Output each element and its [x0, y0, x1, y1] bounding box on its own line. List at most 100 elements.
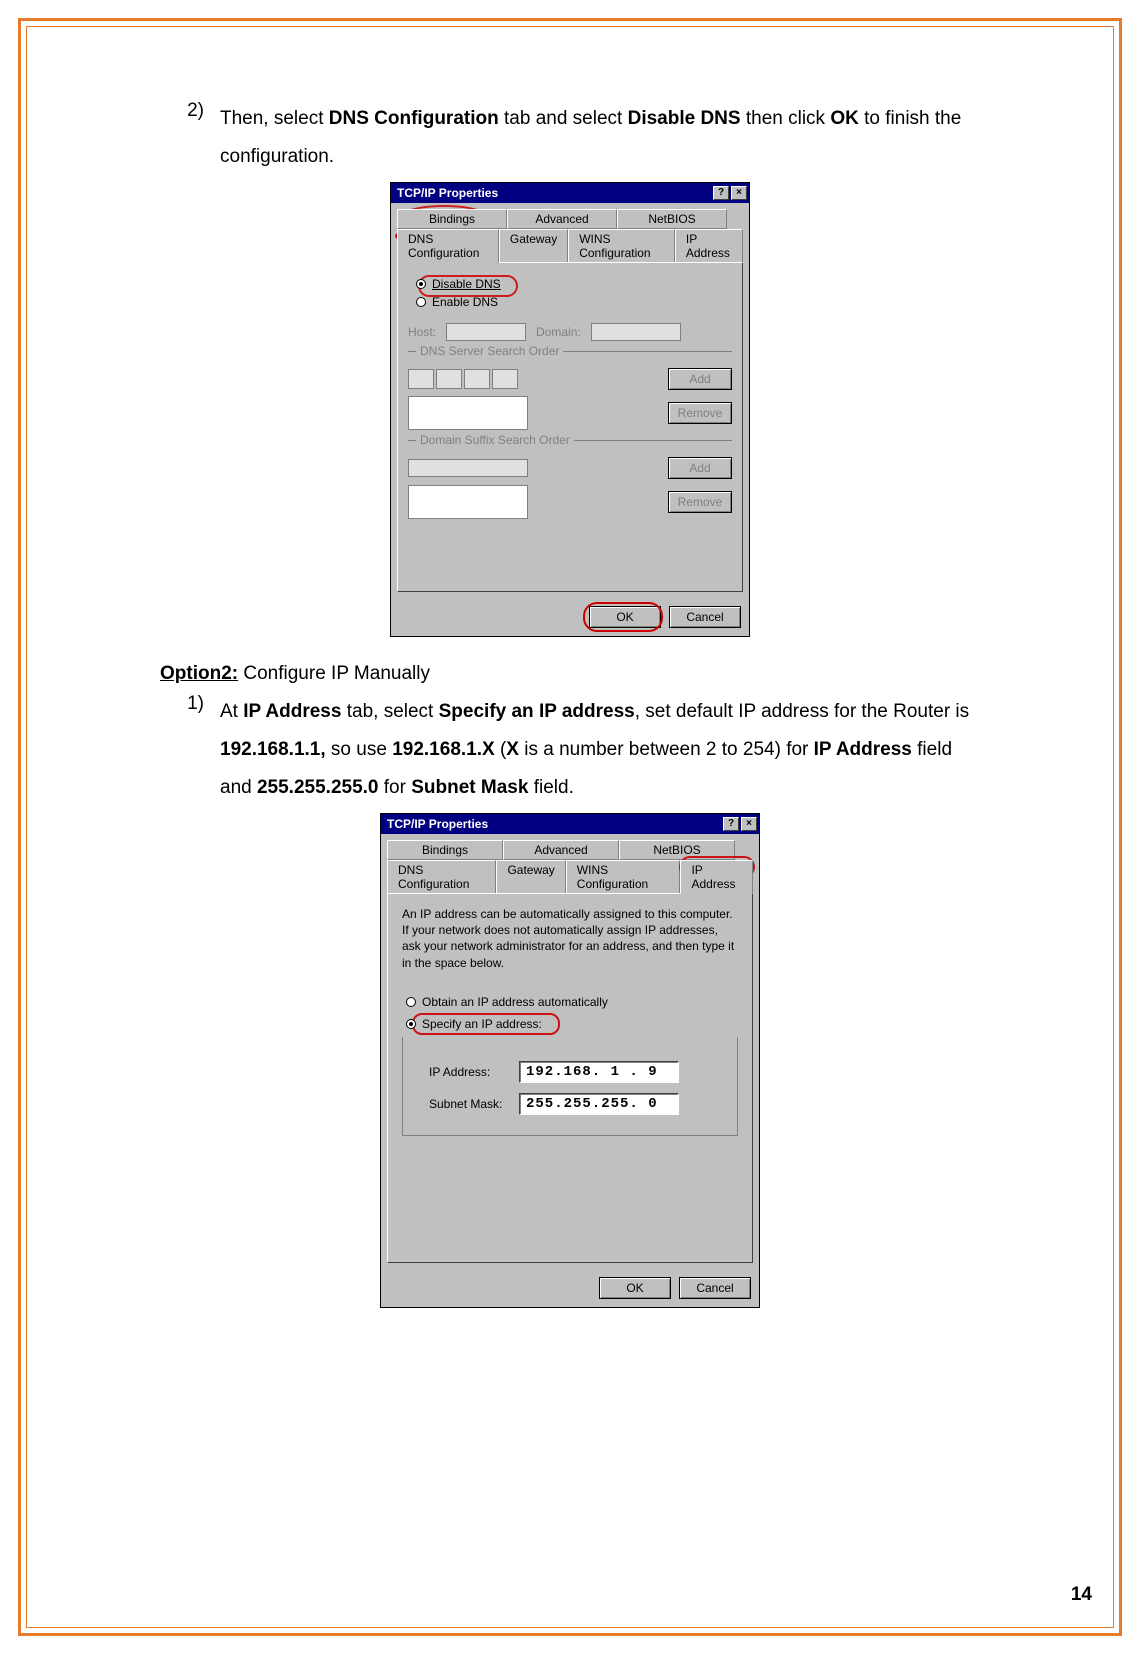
bold-ip-address-field: IP Address: [814, 739, 912, 760]
titlebar: TCP/IP Properties ? ×: [391, 183, 749, 203]
domain-suffix-search-order-group: Domain Suffix Search Order Add Remove: [408, 440, 732, 519]
radio-enable-dns[interactable]: Enable DNS: [416, 295, 732, 309]
subnet-mask-row: Subnet Mask: 255.255.255. 0: [429, 1093, 731, 1115]
tcpip-properties-dialog-ip: TCP/IP Properties ? × Bindings Advanced …: [380, 813, 760, 1308]
t: , set default IP address for the Router …: [635, 701, 969, 722]
tab-advanced[interactable]: Advanced: [507, 209, 617, 229]
radio-obtain-auto[interactable]: Obtain an IP address automatically: [406, 995, 742, 1009]
tab-dns-configuration-2[interactable]: DNS Configuration: [387, 860, 496, 894]
radio-icon: [406, 1019, 416, 1029]
bold-x: X: [506, 739, 519, 760]
dialog-title: TCP/IP Properties: [397, 186, 711, 200]
close-icon[interactable]: ×: [741, 817, 757, 831]
close-icon[interactable]: ×: [731, 186, 747, 200]
dns-list: [408, 396, 528, 430]
tab-bindings[interactable]: Bindings: [397, 209, 507, 229]
tab-advanced-2[interactable]: Advanced: [503, 840, 619, 860]
tab-netbios-2[interactable]: NetBIOS: [619, 840, 735, 860]
ip-address-input[interactable]: 192.168. 1 . 9: [519, 1061, 679, 1083]
add-button: Add: [668, 368, 732, 390]
suffix-input: [408, 459, 528, 477]
option2-step-1: 1) At IP Address tab, select Specify an …: [160, 693, 980, 807]
host-input: [446, 323, 526, 341]
option2-text: Configure IP Manually: [238, 663, 430, 684]
dialog-title-2: TCP/IP Properties: [387, 817, 721, 831]
t: then click: [741, 108, 831, 129]
t: At: [220, 701, 243, 722]
ok-button-2[interactable]: OK: [599, 1277, 671, 1299]
bold-subnet-mask-field: Subnet Mask: [411, 777, 528, 798]
add-button-2: Add: [668, 457, 732, 479]
subnet-mask-label: Subnet Mask:: [429, 1097, 509, 1111]
tab-dns-configuration[interactable]: DNS Configuration: [397, 229, 499, 263]
dns-order-label: DNS Server Search Order: [416, 344, 563, 358]
tab-gateway-2[interactable]: Gateway: [496, 860, 565, 894]
dns-server-search-order-group: DNS Server Search Order Add Remove: [408, 351, 732, 430]
option2-label: Option2:: [160, 663, 238, 684]
dialog-button-row-2: OK Cancel: [381, 1269, 759, 1307]
remove-button-2: Remove: [668, 491, 732, 513]
ip-address-label: IP Address:: [429, 1065, 509, 1079]
ip-address-row: IP Address: 192.168. 1 . 9: [429, 1061, 731, 1083]
t: for: [379, 777, 412, 798]
dialog-body: Bindings Advanced NetBIOS DNS Configurat…: [391, 203, 749, 598]
t: Then, select: [220, 108, 329, 129]
radio-enable-dns-label: Enable DNS: [432, 295, 498, 309]
annotation-circle-disable-dns: [418, 275, 518, 297]
radio-icon: [406, 997, 416, 1007]
tab-bindings-2[interactable]: Bindings: [387, 840, 503, 860]
radio-specify-label: Specify an IP address:: [422, 1017, 542, 1031]
domain-input: [591, 323, 681, 341]
radio-icon: [416, 297, 426, 307]
tab-panel-ip: An IP address can be automatically assig…: [387, 893, 753, 1263]
tabs-2: Bindings Advanced NetBIOS DNS Configurat…: [387, 840, 753, 1263]
bold-disable-dns: Disable DNS: [628, 108, 741, 129]
step-2-text: Then, select DNS Configuration tab and s…: [220, 100, 980, 176]
cancel-button-2[interactable]: Cancel: [679, 1277, 751, 1299]
tcpip-properties-dialog-dns: TCP/IP Properties ? × Bindings Advanced …: [390, 182, 750, 637]
t: (: [495, 739, 507, 760]
dialog-body-2: Bindings Advanced NetBIOS DNS Configurat…: [381, 834, 759, 1269]
subnet-mask-input[interactable]: 255.255.255. 0: [519, 1093, 679, 1115]
radio-disable-dns[interactable]: Disable DNS: [416, 277, 732, 291]
bold-client-ip: 192.168.1.X: [392, 739, 494, 760]
help-icon[interactable]: ?: [713, 186, 729, 200]
t: so use: [326, 739, 393, 760]
suffix-order-label: Domain Suffix Search Order: [416, 433, 574, 447]
t: tab, select: [341, 701, 438, 722]
radio-specify-ip[interactable]: Specify an IP address:: [406, 1017, 742, 1031]
bold-subnet-value: 255.255.255.0: [257, 777, 379, 798]
titlebar-2: TCP/IP Properties ? ×: [381, 814, 759, 834]
tabs: Bindings Advanced NetBIOS DNS Configurat…: [397, 209, 743, 592]
dialog-button-row: OK Cancel: [391, 598, 749, 636]
t: tab and select: [499, 108, 628, 129]
tab-wins-configuration-2[interactable]: WINS Configuration: [566, 860, 681, 894]
page-number: 14: [1071, 1584, 1092, 1606]
cancel-button[interactable]: Cancel: [669, 606, 741, 628]
bold-specify-ip: Specify an IP address: [439, 701, 635, 722]
specify-group-header: Specify an IP address:: [398, 1017, 742, 1031]
bold-ok: OK: [830, 108, 859, 129]
domain-label: Domain:: [536, 325, 581, 339]
step-2: 2) Then, select DNS Configuration tab an…: [160, 100, 980, 176]
tab-wins-configuration[interactable]: WINS Configuration: [568, 229, 675, 263]
step-2-number: 2): [160, 100, 220, 176]
t: field.: [528, 777, 573, 798]
tab-gateway[interactable]: Gateway: [499, 229, 568, 263]
tab-ip-address[interactable]: IP Address: [675, 229, 743, 263]
tab-netbios[interactable]: NetBIOS: [617, 209, 727, 229]
help-icon[interactable]: ?: [723, 817, 739, 831]
bold-router-ip: 192.168.1.1,: [220, 739, 326, 760]
ok-button[interactable]: OK: [589, 606, 661, 628]
ip-help-text: An IP address can be automatically assig…: [398, 904, 742, 981]
option2-step-1-number: 1): [160, 693, 220, 807]
option2-header: Option2: Configure IP Manually: [160, 663, 980, 685]
tab-panel-dns: Disable DNS Enable DNS Host: Domain: DNS…: [397, 262, 743, 592]
tab-ip-address-2[interactable]: IP Address: [680, 860, 753, 894]
suffix-list: [408, 485, 528, 519]
bold-dns-configuration: DNS Configuration: [329, 108, 499, 129]
bold-ip-address: IP Address: [243, 701, 341, 722]
dns-ip-input: [408, 369, 518, 389]
host-label: Host:: [408, 325, 436, 339]
radio-icon: [416, 279, 426, 289]
